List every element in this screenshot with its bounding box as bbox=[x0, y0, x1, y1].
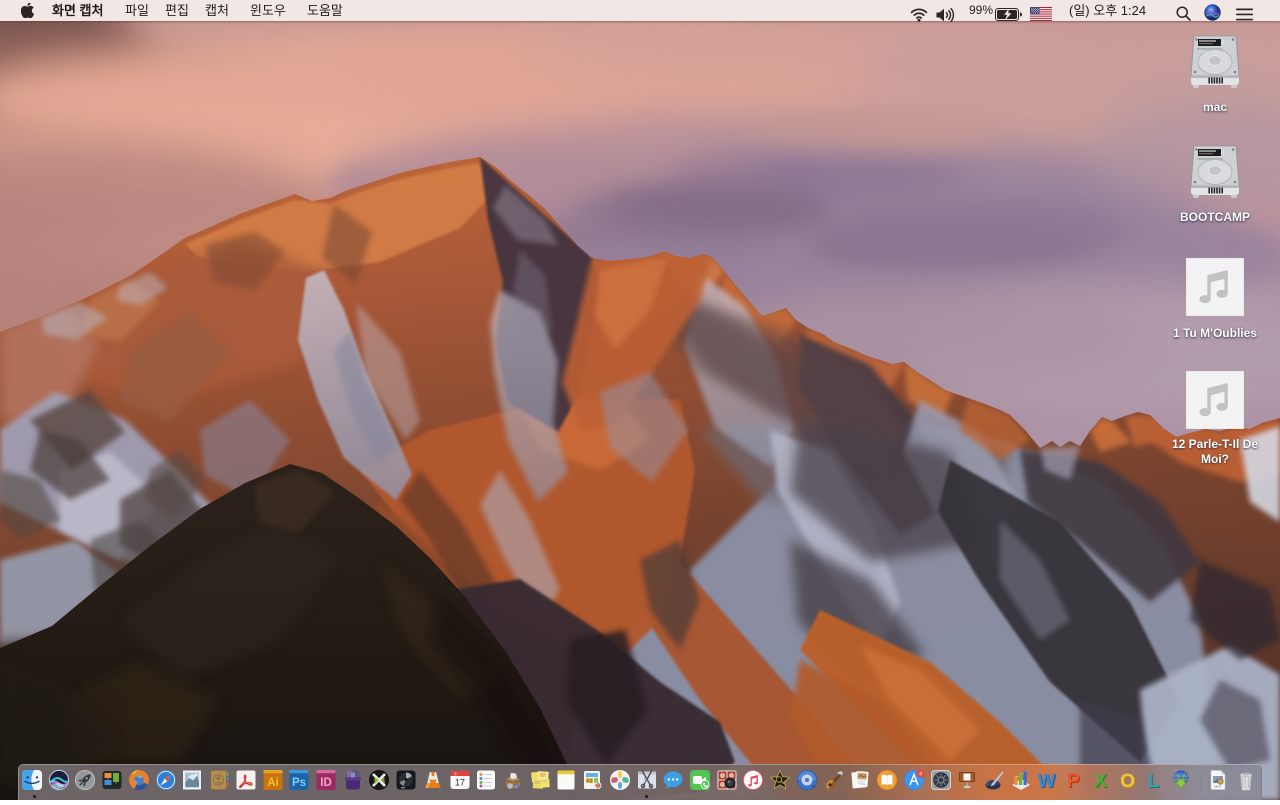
svg-text:W: W bbox=[1038, 771, 1056, 791]
svg-text:Ps: Ps bbox=[292, 777, 306, 789]
svg-text:L: L bbox=[1148, 771, 1160, 791]
svg-text:요금: 요금 bbox=[586, 779, 592, 783]
svg-text:P: P bbox=[1067, 771, 1080, 791]
svg-text:ID: ID bbox=[320, 777, 332, 789]
svg-text:17: 17 bbox=[454, 778, 464, 788]
svg-text:수: 수 bbox=[454, 771, 457, 776]
svg-text:MOV: MOV bbox=[1214, 785, 1221, 789]
svg-text:X: X bbox=[1094, 771, 1107, 791]
svg-text:C: C bbox=[515, 784, 518, 789]
svg-text:Ai: Ai bbox=[267, 777, 279, 789]
svg-text:O: O bbox=[1120, 771, 1135, 791]
svg-text:4: 4 bbox=[919, 771, 922, 777]
